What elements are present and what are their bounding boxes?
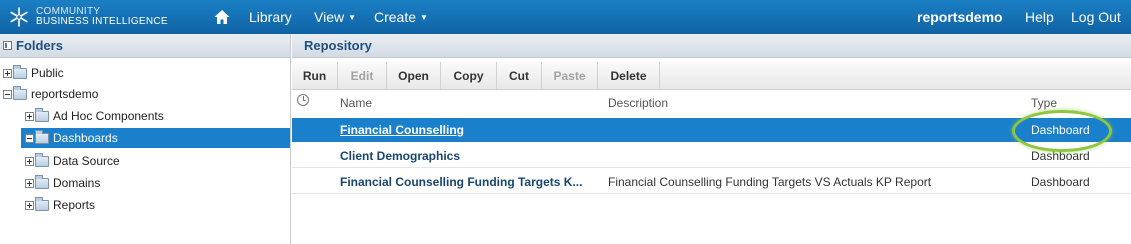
brand-logo[interactable]: COMMUNITY BUSINESS INTELLIGENCE	[8, 4, 168, 30]
folders-title: Folders	[16, 38, 63, 53]
resource-name-link[interactable]: Financial Counselling	[340, 123, 464, 137]
tree-item-public[interactable]: Public	[3, 63, 64, 83]
collapse-icon[interactable]	[3, 89, 12, 99]
tree-item-label: Domains	[53, 176, 101, 190]
resource-type: Dashboard	[1031, 175, 1090, 189]
cut-button[interactable]: Cut	[497, 62, 542, 90]
tree-item-label: Ad Hoc Components	[53, 109, 164, 123]
folder-icon	[13, 85, 27, 100]
collapse-icon[interactable]	[25, 133, 34, 143]
nav-create-label: Create	[374, 9, 417, 25]
table-row[interactable]: Financial Counselling Funding Targets K.…	[292, 170, 1131, 194]
tree-item-label: Data Source	[53, 154, 120, 168]
run-button[interactable]: Run	[292, 62, 338, 90]
open-button[interactable]: Open	[387, 62, 441, 90]
nav-logout[interactable]: Log Out	[1071, 9, 1121, 25]
nav-create-menu[interactable]: Create ▼	[374, 9, 428, 25]
tree-item-label: Dashboards	[53, 131, 118, 145]
tree-item-dashboards[interactable]: Dashboards	[21, 128, 290, 148]
snowflake-logo-icon	[10, 7, 28, 27]
clock-icon[interactable]	[297, 94, 309, 106]
tree-item-domains[interactable]: Domains	[25, 173, 100, 193]
nav-library[interactable]: Library	[249, 9, 292, 25]
folders-panel: Folders Public reportsdemo Ad Hoc Compon…	[0, 34, 291, 244]
column-header-description[interactable]: Description	[608, 96, 668, 110]
resource-description: Financial Counselling Funding Targets VS…	[608, 175, 932, 189]
nav-view-menu[interactable]: View ▼	[314, 9, 356, 25]
nav-help[interactable]: Help	[1025, 9, 1054, 25]
repository-toolbar: Run Edit Open Copy Cut Paste Delete	[292, 62, 1131, 90]
top-navigation-bar: COMMUNITY BUSINESS INTELLIGENCE Library …	[0, 0, 1131, 34]
nav-user[interactable]: reportsdemo	[917, 9, 1003, 25]
resource-type: Dashboard	[1031, 123, 1090, 137]
table-row[interactable]: Financial Counselling Dashboard	[292, 118, 1131, 142]
expand-icon[interactable]	[25, 178, 34, 188]
panel-toggle-icon[interactable]	[3, 41, 12, 50]
folder-icon	[35, 129, 49, 144]
repository-panel: Repository Run Edit Open Copy Cut Paste …	[292, 34, 1131, 244]
home-icon[interactable]	[213, 8, 231, 26]
folder-icon	[13, 64, 27, 79]
folders-header: Folders	[0, 34, 290, 58]
expand-icon[interactable]	[25, 111, 34, 121]
folder-icon	[35, 152, 49, 167]
table-row[interactable]: Client Demographics Dashboard	[292, 144, 1131, 168]
resource-name-link[interactable]: Client Demographics	[340, 149, 460, 163]
folder-icon	[35, 174, 49, 189]
column-header-name[interactable]: Name	[340, 96, 372, 110]
repository-title: Repository	[304, 38, 372, 53]
copy-button[interactable]: Copy	[441, 62, 497, 90]
tree-item-label: Reports	[53, 198, 96, 212]
repository-header: Repository	[292, 34, 1131, 58]
edit-button[interactable]: Edit	[338, 62, 387, 90]
resource-type: Dashboard	[1031, 149, 1090, 163]
paste-button[interactable]: Paste	[542, 62, 598, 90]
resource-name-link[interactable]: Financial Counselling Funding Targets K.…	[340, 175, 582, 189]
nav-view-label: View	[314, 9, 345, 25]
expand-icon[interactable]	[25, 200, 34, 210]
tree-item-data-source[interactable]: Data Source	[25, 151, 120, 171]
folder-icon	[35, 107, 49, 122]
chevron-down-icon: ▼	[348, 13, 357, 22]
expand-icon[interactable]	[3, 68, 12, 78]
tree-item-reports[interactable]: Reports	[25, 195, 95, 215]
column-header-type[interactable]: Type	[1031, 96, 1057, 110]
tree-item-ad-hoc-components[interactable]: Ad Hoc Components	[25, 106, 164, 126]
tree-item-label: Public	[31, 66, 64, 80]
tree-item-label: reportsdemo	[31, 87, 99, 101]
brand-line-2: BUSINESS INTELLIGENCE	[36, 16, 168, 27]
folder-icon	[35, 196, 49, 211]
expand-icon[interactable]	[25, 156, 34, 166]
tree-item-reportsdemo[interactable]: reportsdemo	[3, 84, 98, 104]
delete-button[interactable]: Delete	[598, 62, 660, 90]
chevron-down-icon: ▼	[420, 13, 428, 22]
